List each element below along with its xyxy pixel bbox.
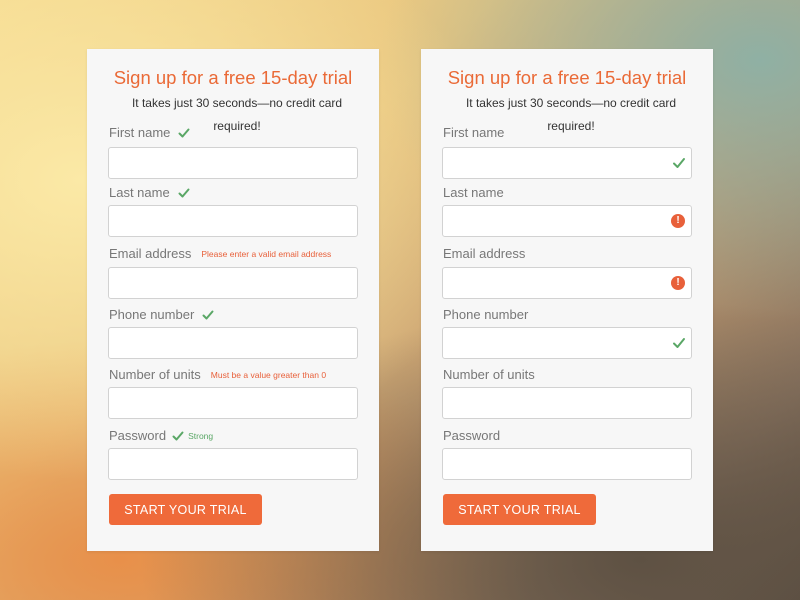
password-label-row: Password xyxy=(443,428,500,443)
email-label: Email address xyxy=(109,246,192,261)
password-input[interactable] xyxy=(108,448,358,480)
check-icon xyxy=(673,338,685,348)
phone-input[interactable] xyxy=(108,327,358,359)
units-label-row: Number of units Must be a value greater … xyxy=(109,367,326,382)
start-trial-button[interactable]: START YOUR TRIAL xyxy=(109,494,262,525)
start-trial-button[interactable]: START YOUR TRIAL xyxy=(443,494,596,525)
email-input[interactable] xyxy=(108,267,358,299)
error-icon: ! xyxy=(671,214,685,228)
first-name-label: First name xyxy=(109,125,171,140)
check-icon xyxy=(178,188,190,197)
signup-form-inline-validation: Sign up for a free 15-day trial It takes… xyxy=(87,49,379,551)
first-name-label: First name xyxy=(443,125,505,140)
check-icon xyxy=(172,431,184,440)
units-label: Number of units xyxy=(109,367,201,382)
units-error-message: Must be a value greater than 0 xyxy=(210,369,327,380)
email-label-row: Email address Please enter a valid email… xyxy=(109,246,331,261)
password-strength-message: Strong xyxy=(188,430,214,441)
first-name-label-row: First name xyxy=(443,125,504,140)
password-label: Password xyxy=(109,428,167,443)
phone-label: Phone number xyxy=(109,307,195,322)
first-name-label-row: First name xyxy=(109,125,190,140)
phone-label-row: Phone number xyxy=(109,307,214,322)
check-icon xyxy=(673,158,685,168)
form-title: Sign up for a free 15-day trial xyxy=(447,67,687,88)
password-input[interactable] xyxy=(442,448,692,480)
form-title: Sign up for a free 15-day trial xyxy=(113,67,353,88)
phone-input[interactable] xyxy=(442,327,692,359)
last-name-label: Last name xyxy=(109,185,170,200)
last-name-input[interactable] xyxy=(442,205,692,237)
signup-form-icon-validation: Sign up for a free 15-day trial It takes… xyxy=(421,49,713,551)
email-label-row: Email address xyxy=(443,246,525,261)
units-input[interactable] xyxy=(442,387,692,419)
units-label-row: Number of units xyxy=(443,367,535,382)
last-name-label: Last name xyxy=(443,185,504,200)
check-icon xyxy=(178,128,190,137)
last-name-label-row: Last name xyxy=(443,185,504,200)
units-label: Number of units xyxy=(443,367,535,382)
first-name-input[interactable] xyxy=(442,147,692,179)
email-label: Email address xyxy=(443,246,526,261)
phone-label-row: Phone number xyxy=(443,307,528,322)
check-icon xyxy=(202,310,214,319)
phone-label: Phone number xyxy=(443,307,529,322)
last-name-input[interactable] xyxy=(108,205,358,237)
password-label: Password xyxy=(443,428,501,443)
last-name-label-row: Last name xyxy=(109,185,190,200)
units-input[interactable] xyxy=(108,387,358,419)
email-error-message: Please enter a valid email address xyxy=(201,248,332,259)
first-name-input[interactable] xyxy=(108,147,358,179)
error-icon: ! xyxy=(671,276,685,290)
email-input[interactable] xyxy=(442,267,692,299)
password-label-row: Password Strong xyxy=(109,428,213,443)
